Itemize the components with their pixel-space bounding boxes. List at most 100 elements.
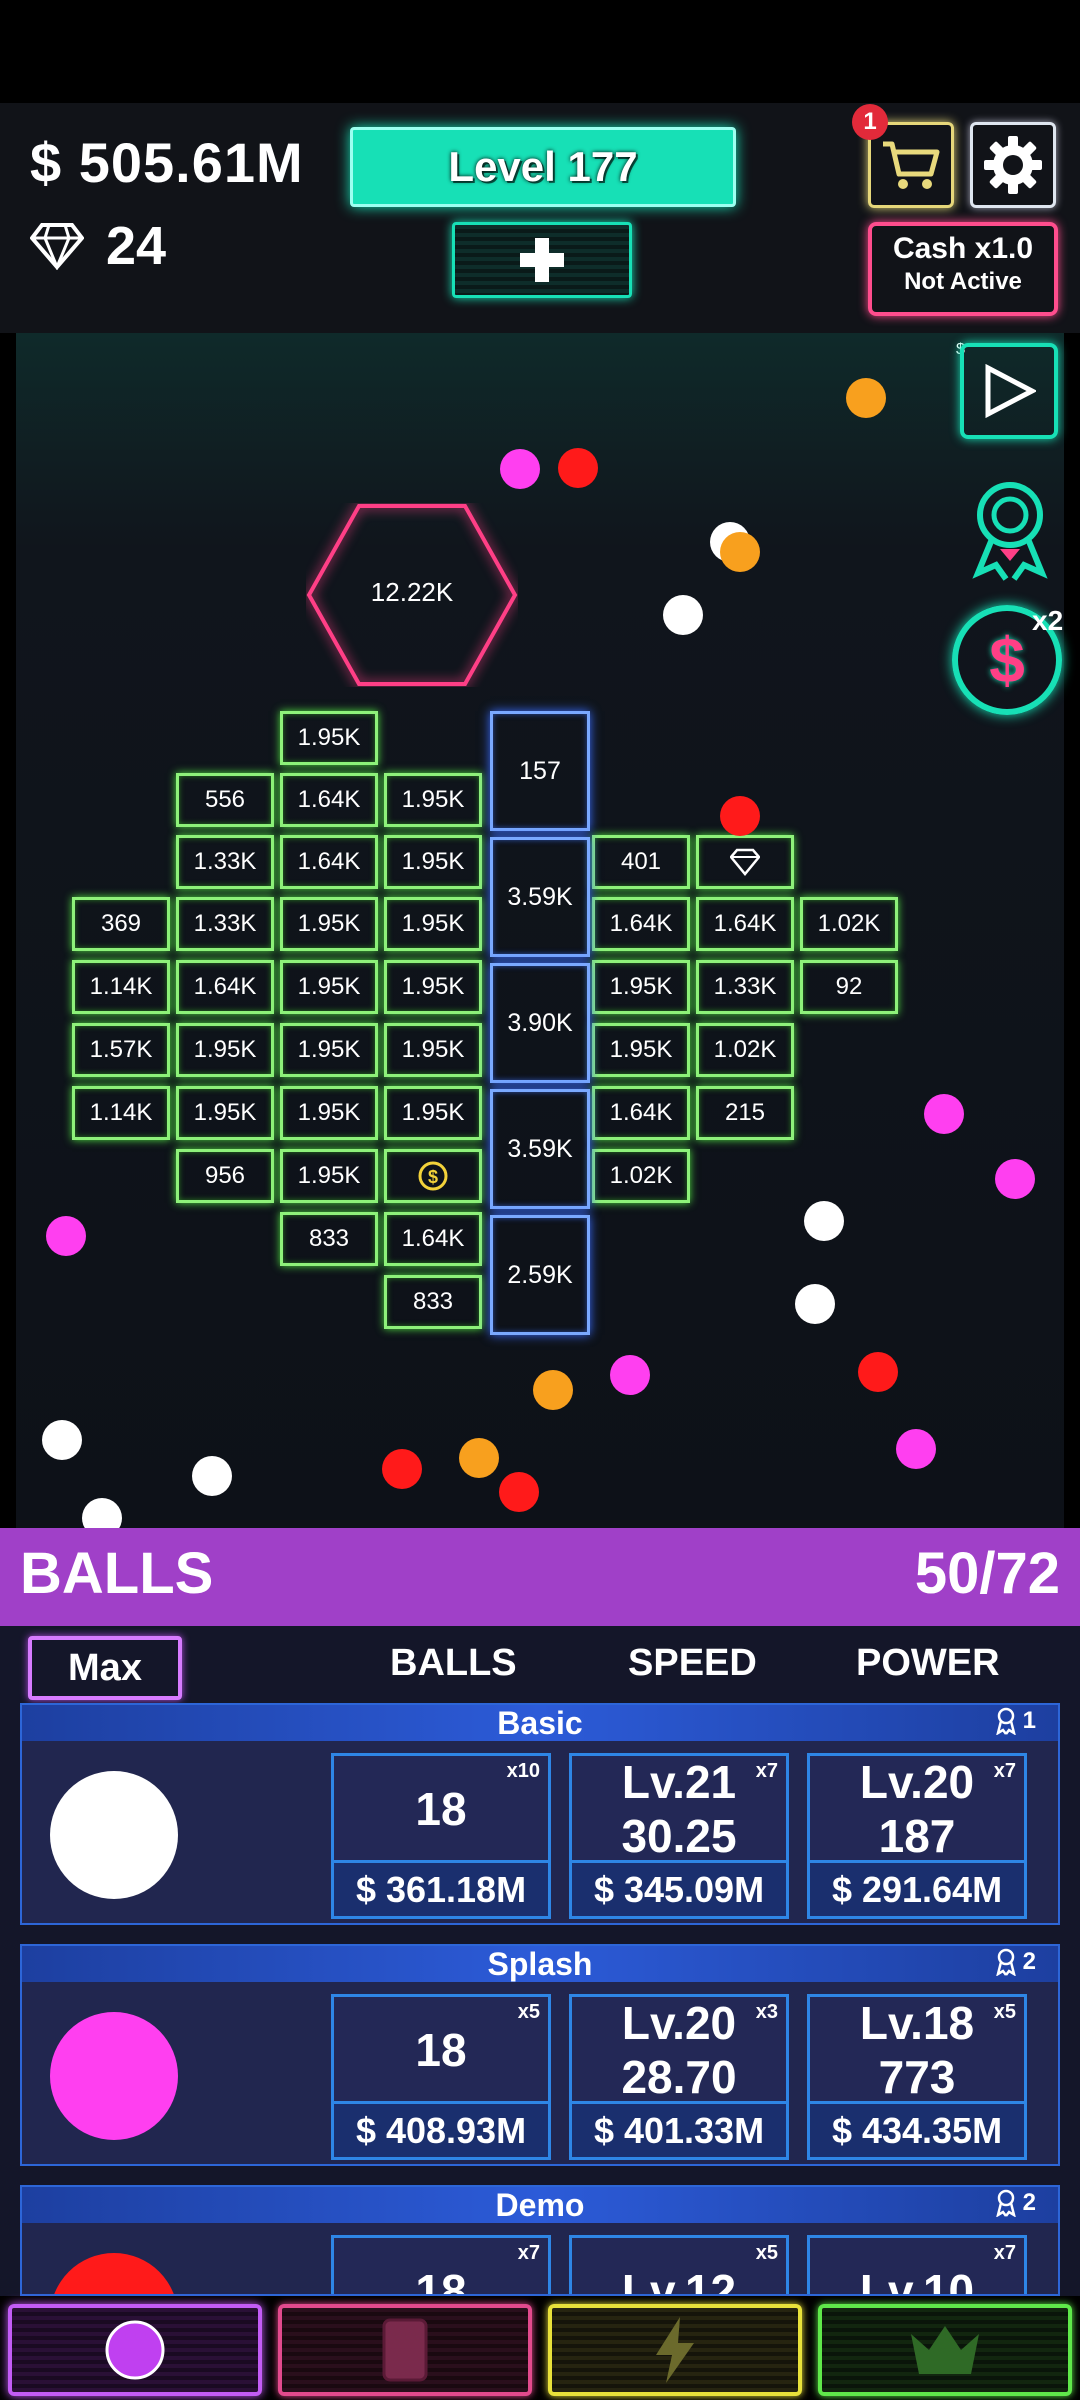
ball-rank: 1 (995, 1707, 1036, 1735)
settings-button[interactable] (970, 122, 1056, 208)
blue-brick-value: 3.59K (507, 882, 573, 911)
speed-level: Lv.12 (621, 2265, 737, 2296)
brick-value: 556 (204, 786, 246, 813)
tab-balls[interactable] (8, 2304, 262, 2396)
balls-upgrade-button[interactable]: x7 18 (331, 2235, 551, 2296)
upgrade-price: $ 345.09M (572, 1860, 786, 1916)
brick: 1.95K (176, 1086, 274, 1140)
lightning-icon (656, 2317, 694, 2383)
brick-value: 1.95K (401, 786, 465, 813)
cash-multiplier-button[interactable]: Cash x1.0 Not Active (868, 222, 1058, 316)
upgrade-multiplier: x10 (506, 1760, 540, 1782)
brick: 1.14K (72, 960, 170, 1014)
game-arena[interactable]: 12.22K 1.95K 556 1.64K 1.95K 1.33K 1.64K 1.95K… (16, 333, 1064, 1538)
brick: 1.95K (280, 1149, 378, 1203)
status-bar-area (0, 0, 1080, 103)
game-ball (500, 449, 540, 489)
ball-count-value: 18 (415, 2265, 467, 2296)
brick: 1.33K (176, 897, 274, 951)
column-header-balls: BALLS (390, 1642, 517, 1684)
speed-upgrade-button[interactable]: x5 Lv.12 (569, 2235, 789, 2296)
gear-icon (984, 136, 1042, 194)
max-buy-button[interactable]: Max (28, 1636, 182, 1700)
brick: 1.95K (280, 1023, 378, 1077)
speed-upgrade-button[interactable]: x3 Lv.20 28.70 $ 401.33M (569, 1994, 789, 2160)
brick: 1.14K (72, 1086, 170, 1140)
game-ball (846, 378, 886, 418)
brick: 1.95K (176, 1023, 274, 1077)
blue-brick: 3.90K (490, 963, 590, 1083)
plus-icon (520, 238, 564, 282)
medal-icon (995, 2189, 1016, 2217)
game-ball (382, 1449, 422, 1489)
achievement-button[interactable] (962, 473, 1058, 588)
power-upgrade-button[interactable]: x5 Lv.18 773 $ 434.35M (807, 1994, 1027, 2160)
game-ball (720, 796, 760, 836)
brick-value: 1.95K (401, 973, 465, 1000)
brick-value: 1.64K (297, 848, 361, 875)
game-ball (459, 1438, 499, 1478)
ball-rank: 2 (995, 1948, 1036, 1976)
brick: 1.95K (384, 960, 482, 1014)
level-button[interactable]: Level 177 (350, 127, 736, 207)
diamond-icon (730, 848, 760, 876)
medal-icon (995, 1707, 1016, 1735)
cart-icon (883, 141, 940, 189)
tab-prestige[interactable] (818, 2304, 1072, 2396)
coin-icon: $ (418, 1161, 448, 1191)
upgrade-multiplier: x3 (755, 2001, 778, 2023)
brick: 1.95K (592, 960, 690, 1014)
brick: 92 (800, 960, 898, 1014)
power-upgrade-button[interactable]: x7 Lv.10 (807, 2235, 1027, 2294)
brick-value: 1.57K (89, 1036, 153, 1063)
upgrade-multiplier: x7 (993, 1760, 1016, 1782)
tab-cards[interactable] (278, 2304, 532, 2396)
add-brick-button[interactable] (452, 222, 632, 298)
brick-value: 1.33K (713, 973, 777, 1000)
blue-brick-value: 2.59K (507, 1260, 573, 1289)
power-value: 773 (878, 2051, 956, 2103)
game-ball (995, 1159, 1035, 1199)
brick-value: 1.95K (297, 724, 361, 751)
brick-value: 401 (620, 848, 662, 875)
brick-value: 1.33K (193, 910, 257, 937)
game-ball (858, 1352, 898, 1392)
upgrade-price: $ 361.18M (334, 1860, 548, 1916)
ball-card-title: Demo (22, 2187, 1058, 2223)
power-level: Lv.20 (859, 1756, 975, 1808)
brick-value: 1.95K (297, 1162, 361, 1189)
notification-badge: 1 (852, 104, 888, 140)
ball-rank-value: 1 (1022, 1707, 1036, 1734)
upgrade-price: $ 408.93M (334, 2101, 548, 2157)
balls-upgrade-button[interactable]: x5 18 $ 408.93M (331, 1994, 551, 2160)
double-cash-multiplier: x2 (1032, 605, 1064, 636)
game-ball (720, 532, 760, 572)
brick-value: 1.02K (817, 910, 881, 937)
brick: 401 (592, 835, 690, 889)
brick: 369 (72, 897, 170, 951)
balls-upgrade-button[interactable]: x10 18 $ 361.18M (331, 1753, 551, 1919)
brick: 1.33K (696, 960, 794, 1014)
watch-ad-button[interactable] (960, 343, 1058, 439)
tab-boosts[interactable] (548, 2304, 802, 2396)
brick: 833 (384, 1275, 482, 1329)
card-icon (382, 2318, 428, 2382)
power-upgrade-button[interactable]: x7 Lv.20 187 $ 291.64M (807, 1753, 1027, 1919)
brick: 1.95K (280, 711, 378, 765)
upgrade-multiplier: x7 (993, 2242, 1016, 2264)
blue-brick: 3.59K (490, 1089, 590, 1209)
brick: 1.95K (384, 773, 482, 827)
brick: 1.02K (592, 1149, 690, 1203)
ball-card-title: Basic (22, 1705, 1058, 1741)
ball-preview (50, 2253, 178, 2294)
ball-card-title: Splash (22, 1946, 1058, 1982)
brick-value: 1.64K (713, 910, 777, 937)
brick: 1.95K (384, 1086, 482, 1140)
blue-brick-value: 3.90K (507, 1008, 573, 1037)
brick: 1.64K (280, 835, 378, 889)
speed-upgrade-button[interactable]: x7 Lv.21 30.25 $ 345.09M (569, 1753, 789, 1919)
upgrade-multiplier: x7 (755, 1760, 778, 1782)
brick-value: 1.14K (89, 1099, 153, 1126)
brick-value: 369 (100, 910, 142, 937)
brick-value: 1.95K (297, 910, 361, 937)
